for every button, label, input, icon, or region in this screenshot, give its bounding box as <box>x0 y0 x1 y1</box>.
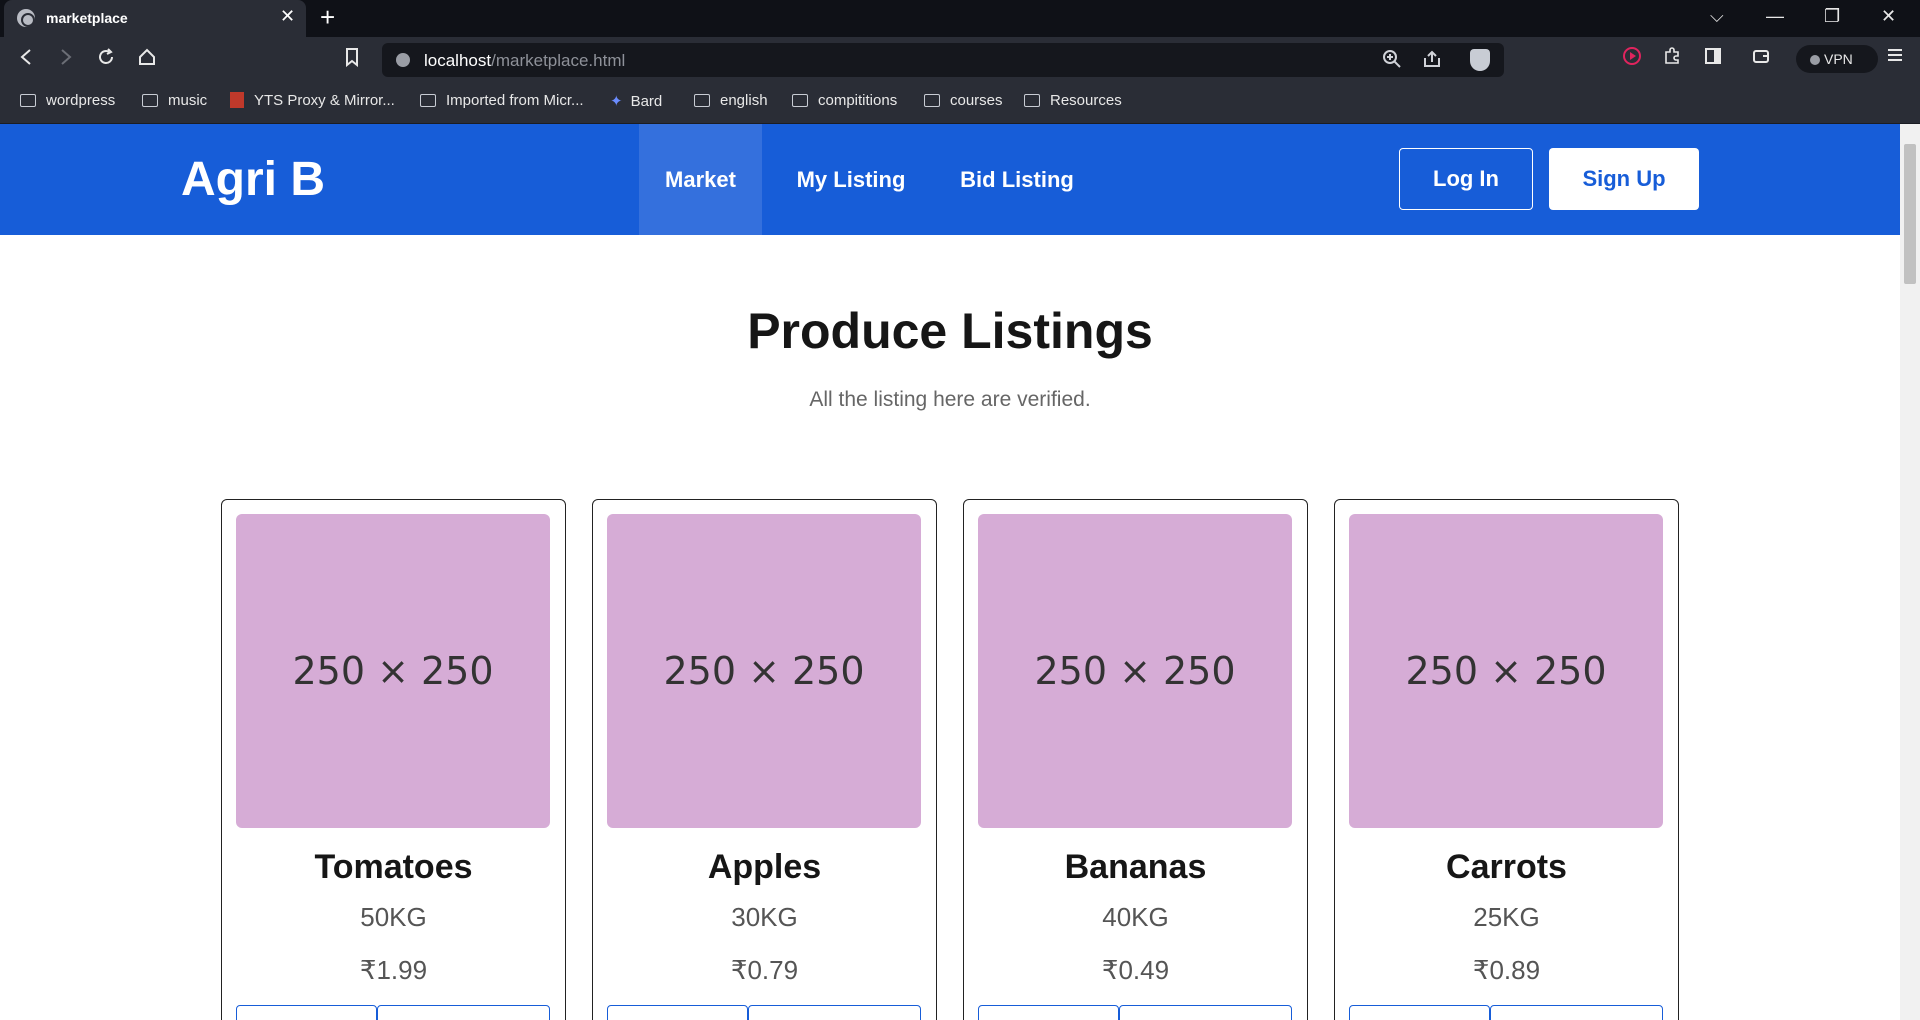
card-action-button[interactable] <box>377 1005 550 1020</box>
page-subtitle: All the listing here are verified. <box>809 388 1091 411</box>
zoom-icon[interactable] <box>1382 49 1402 74</box>
folder-icon <box>420 94 436 107</box>
media-icon[interactable] <box>1622 46 1642 71</box>
login-button[interactable]: Log In <box>1399 148 1533 210</box>
bookmark-bard[interactable]: ✦ Bard <box>610 92 662 110</box>
folder-icon <box>694 94 710 107</box>
browser-toolbar: localhost/marketplace.html VPN <box>0 37 1920 82</box>
back-icon[interactable] <box>18 47 34 73</box>
bookmark-yts-proxy[interactable]: YTS Proxy & Mirror... <box>230 92 395 109</box>
product-price: ₹0.79 <box>730 955 799 985</box>
site-header: Agri B Market My Listing Bid Listing Log… <box>0 124 1900 235</box>
product-price: ₹0.89 <box>1472 955 1541 985</box>
vpn-button[interactable]: VPN <box>1796 45 1878 73</box>
bookmark-wordpress[interactable]: wordpress <box>20 92 115 109</box>
close-tab-icon[interactable]: ✕ <box>280 6 295 27</box>
brave-shields-icon[interactable] <box>1470 49 1490 71</box>
product-card: 250 × 250 Tomatoes 50KG ₹1.99 <box>221 499 566 1020</box>
product-image: 250 × 250 <box>1349 514 1663 828</box>
folder-icon <box>20 94 36 107</box>
product-image: 250 × 250 <box>978 514 1292 828</box>
product-quantity: 25KG <box>1473 902 1540 932</box>
product-name: Bananas <box>1064 848 1207 886</box>
bookmark-english[interactable]: english <box>694 92 768 109</box>
menu-icon[interactable] <box>1886 46 1904 69</box>
product-quantity: 30KG <box>731 902 798 932</box>
browser-tab-bar: marketplace ✕ + ⌵ — ❐ ✕ <box>0 0 1920 37</box>
nav-market[interactable]: Market <box>639 124 762 235</box>
product-card: 250 × 250 Carrots 25KG ₹0.89 <box>1334 499 1679 1020</box>
folder-icon <box>1024 94 1040 107</box>
browser-tab[interactable]: marketplace ✕ <box>4 0 306 37</box>
product-quantity: 50KG <box>360 902 427 932</box>
wallet-icon[interactable] <box>1751 46 1771 71</box>
minimize-button[interactable]: — <box>1766 6 1784 27</box>
nav-bid-listing[interactable]: Bid Listing <box>950 124 1084 235</box>
product-price: ₹1.99 <box>359 955 428 985</box>
home-icon[interactable] <box>137 47 157 73</box>
new-tab-button[interactable]: + <box>320 2 335 33</box>
image-placeholder-label: 250 × 250 <box>663 649 865 693</box>
reload-icon[interactable] <box>96 47 116 73</box>
card-action-button[interactable] <box>978 1005 1119 1020</box>
product-image: 250 × 250 <box>607 514 921 828</box>
folder-icon <box>792 94 808 107</box>
close-window-button[interactable]: ✕ <box>1881 6 1896 27</box>
card-action-button[interactable] <box>748 1005 921 1020</box>
product-image: 250 × 250 <box>236 514 550 828</box>
brand-logo[interactable]: Agri B <box>181 152 325 207</box>
page-title: Produce Listings <box>747 303 1153 359</box>
url-text: localhost/marketplace.html <box>424 51 626 70</box>
image-placeholder-label: 250 × 250 <box>1034 649 1236 693</box>
restore-button[interactable]: ❐ <box>1824 6 1840 27</box>
address-bar[interactable]: localhost/marketplace.html <box>382 43 1504 77</box>
bookmark-courses[interactable]: courses <box>924 92 1003 109</box>
product-quantity: 40KG <box>1102 902 1169 932</box>
tab-title: marketplace <box>46 10 128 26</box>
product-price: ₹0.49 <box>1101 955 1170 985</box>
tab-search-icon[interactable]: ⌵ <box>1710 6 1724 27</box>
globe-icon <box>17 9 35 27</box>
forward-icon[interactable] <box>58 47 74 73</box>
card-action-button[interactable] <box>236 1005 377 1020</box>
product-card: 250 × 250 Bananas 40KG ₹0.49 <box>963 499 1308 1020</box>
vpn-status-icon <box>1810 55 1820 65</box>
image-placeholder-label: 250 × 250 <box>1405 649 1607 693</box>
nav-my-listing[interactable]: My Listing <box>784 124 918 235</box>
bookmark-music[interactable]: music <box>142 92 207 109</box>
page-scrollbar[interactable] <box>1900 124 1920 1020</box>
bookmark-compititions[interactable]: compititions <box>792 92 897 109</box>
sparkle-icon: ✦ <box>610 93 623 110</box>
page-viewport: Agri B Market My Listing Bid Listing Log… <box>0 124 1920 1020</box>
bookmark-icon[interactable] <box>344 47 360 73</box>
card-action-button[interactable] <box>1490 1005 1663 1020</box>
product-name: Apples <box>707 848 822 886</box>
product-name: Carrots <box>1446 848 1567 886</box>
yts-icon <box>230 92 244 108</box>
signup-button[interactable]: Sign Up <box>1549 148 1699 210</box>
product-name: Tomatoes <box>314 848 473 886</box>
site-info-icon[interactable] <box>396 53 410 67</box>
bookmark-resources[interactable]: Resources <box>1024 92 1122 109</box>
bookmarks-bar: wordpress music YTS Proxy & Mirror... Im… <box>0 82 1920 124</box>
extensions-icon[interactable] <box>1662 46 1682 71</box>
bookmark-imported[interactable]: Imported from Micr... <box>420 92 584 109</box>
scrollbar-thumb[interactable] <box>1904 144 1916 284</box>
card-action-button[interactable] <box>1119 1005 1292 1020</box>
card-action-button[interactable] <box>1349 1005 1490 1020</box>
image-placeholder-label: 250 × 250 <box>292 649 494 693</box>
card-action-button[interactable] <box>607 1005 748 1020</box>
share-icon[interactable] <box>1422 49 1442 74</box>
folder-icon <box>924 94 940 107</box>
folder-icon <box>142 94 158 107</box>
product-card: 250 × 250 Apples 30KG ₹0.79 <box>592 499 937 1020</box>
sidebar-icon[interactable] <box>1703 46 1723 71</box>
